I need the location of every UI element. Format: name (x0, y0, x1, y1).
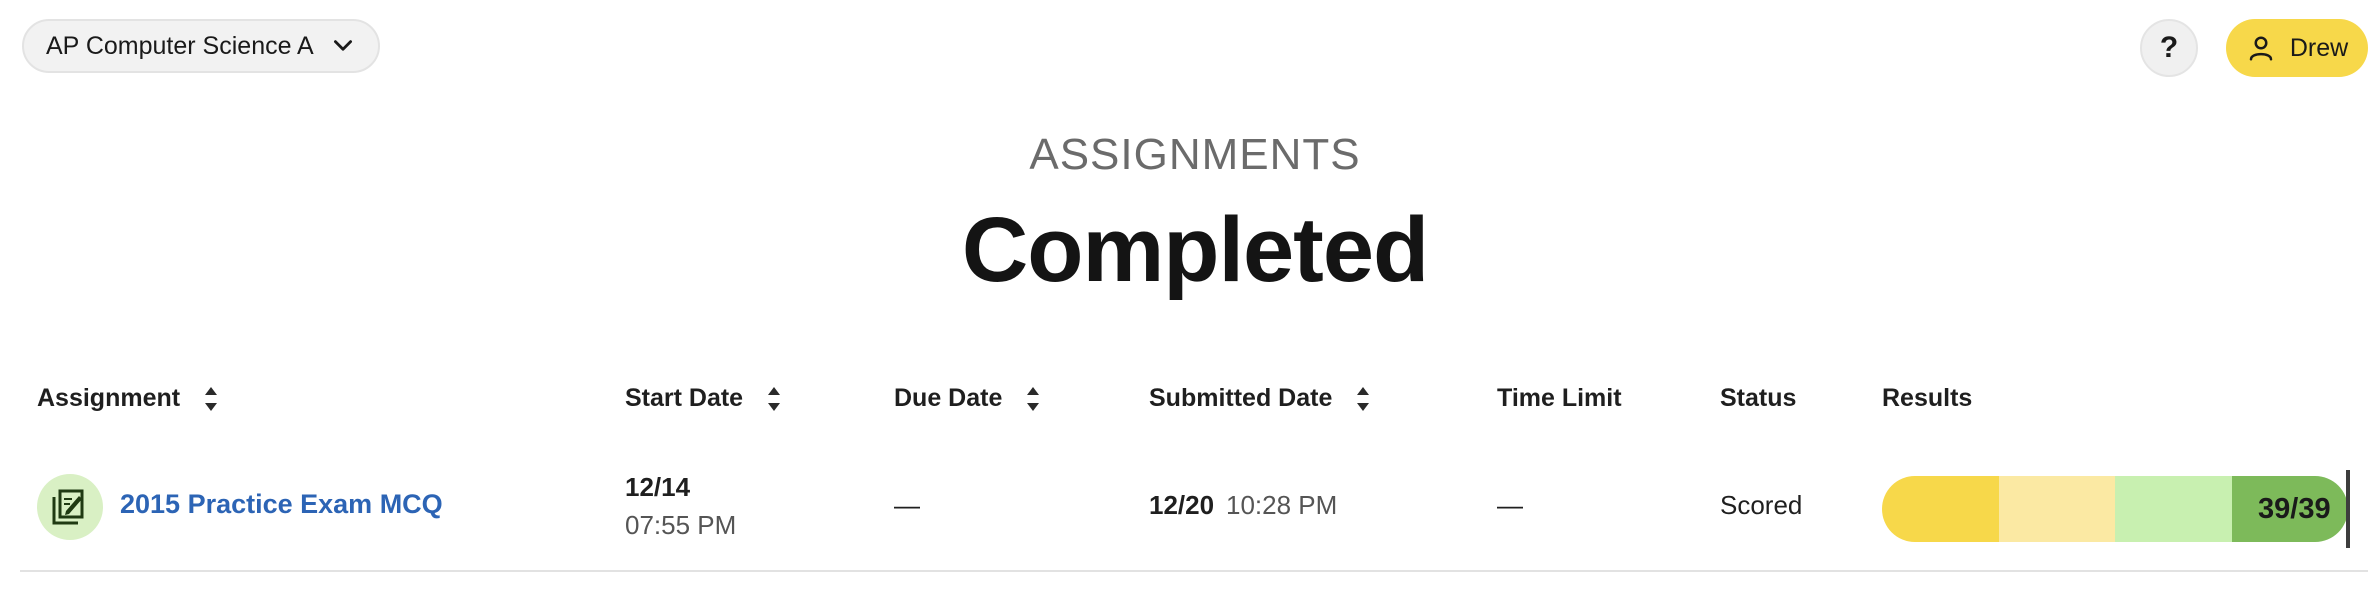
results-bar-segment (2115, 476, 2232, 542)
column-header-label: Start Date (625, 384, 744, 412)
sort-icon[interactable] (1024, 385, 1042, 413)
results-bar-segment (1882, 476, 1999, 542)
start-date: 12/14 (625, 472, 691, 502)
user-icon (2249, 36, 2273, 61)
user-menu-button[interactable]: Drew (2226, 19, 2368, 77)
score-marker (2346, 470, 2350, 548)
column-header-results: Results (1882, 384, 1972, 413)
column-header-label: Results (1882, 384, 1973, 412)
assignment-icon (37, 474, 103, 540)
page-eyebrow: ASSIGNMENTS (1029, 130, 1361, 179)
start-time: 07:55 PM (625, 510, 737, 540)
column-header-status: Status (1720, 384, 1796, 413)
sort-icon[interactable] (765, 385, 783, 413)
submitted-date: 12/20 (1149, 490, 1215, 520)
submitted-time: 10:28 PM (1226, 490, 1338, 520)
course-selector[interactable]: AP Computer Science A (22, 19, 380, 73)
column-header-label: Time Limit (1497, 384, 1622, 412)
column-header-due-date[interactable]: Due Date (894, 384, 1042, 413)
help-button[interactable]: ? (2140, 19, 2198, 77)
page-title: Completed (961, 199, 1429, 301)
edit-document-icon (52, 489, 84, 525)
column-header-assignment[interactable]: Assignment (37, 384, 220, 413)
help-icon: ? (2159, 31, 2179, 64)
results-bar-segment (1998, 476, 2115, 542)
column-header-label: Status (1720, 384, 1797, 412)
column-header-label: Assignment (37, 384, 181, 412)
assignment-link[interactable]: 2015 Practice Exam MCQ (120, 489, 443, 520)
time-limit: — (1497, 490, 1523, 520)
status-text: Scored (1720, 490, 1803, 520)
row-divider (20, 570, 2368, 572)
column-header-label: Submitted Date (1149, 384, 1333, 412)
chevron-down-icon (333, 40, 352, 51)
user-name: Drew (2289, 33, 2349, 62)
column-header-time-limit: Time Limit (1497, 384, 1622, 413)
column-header-submitted-date[interactable]: Submitted Date (1149, 384, 1372, 413)
course-selector-label: AP Computer Science A (46, 31, 314, 60)
sort-icon[interactable] (202, 385, 220, 413)
sort-icon[interactable] (1354, 385, 1372, 413)
score-text: 39/39 (2258, 493, 2331, 525)
due-date: — (894, 490, 920, 520)
column-header-start-date[interactable]: Start Date (625, 384, 783, 413)
column-header-label: Due Date (894, 384, 1003, 412)
